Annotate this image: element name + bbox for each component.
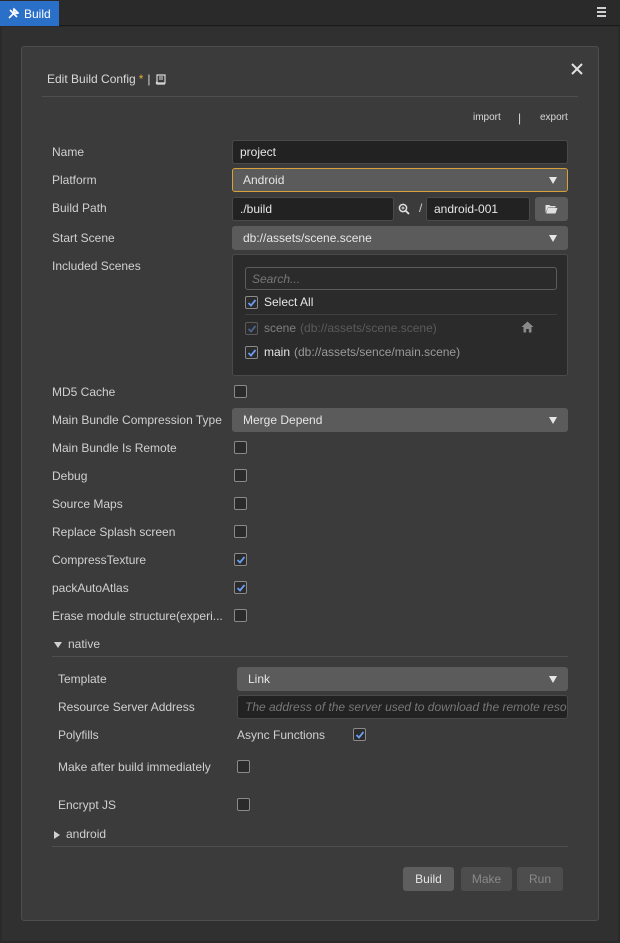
build-path-label: Build Path [52,201,107,215]
encrypt-js-label: Encrypt JS [58,798,117,812]
async-functions-checkbox[interactable] [353,728,366,741]
import-export-separator: | [518,111,522,125]
scene-path: (db://assets/scene.scene) [300,321,437,335]
chevron-down-icon [549,235,557,242]
platform-value: Android [243,173,285,187]
select-all-checkbox[interactable] [245,295,258,309]
make-after-build-checkbox[interactable] [237,760,250,773]
source-maps-label: Source Maps [52,497,123,511]
pack-auto-atlas-label: packAutoAtlas [52,581,129,595]
caret-right-icon [54,830,60,839]
select-all-label: Select All [264,295,314,309]
modified-marker: * [138,72,144,86]
android-divider [52,846,568,847]
scene-checkbox [245,321,258,335]
select-all-row[interactable]: Select All [245,295,313,309]
scene-name: scene [264,321,297,335]
build-path-input[interactable]: ./build [232,197,394,221]
compression-type-label: Main Bundle Compression Type [52,413,222,427]
platform-select[interactable]: Android [232,168,568,192]
native-divider [52,656,568,657]
scene-path: (db://assets/sence/main.scene) [294,345,461,359]
zoom-icon [398,203,410,215]
list-item[interactable]: main (db://assets/sence/main.scene) [245,345,460,359]
header-divider [42,96,578,97]
make-after-build-label: Make after build immediately [58,760,211,774]
main-scene-checkbox[interactable] [245,345,258,359]
scene-search-input[interactable]: Search... [245,267,557,290]
build-folder-input[interactable]: android-001 [426,197,530,221]
check-icon [355,731,365,739]
template-label: Template [58,672,107,686]
encrypt-js-checkbox[interactable] [237,798,250,811]
debug-label: Debug [52,469,88,483]
panel-titlebar: Build [0,0,620,26]
debug-checkbox[interactable] [234,469,247,482]
scene-list-divider [245,314,557,315]
start-scene-value: db://assets/scene.scene [243,231,372,245]
source-maps-checkbox[interactable] [234,497,247,510]
resource-server-input[interactable]: The address of the server used to downlo… [237,695,568,719]
name-label: Name [52,145,85,159]
close-icon[interactable] [570,62,584,76]
resource-server-label: Resource Server Address [58,700,195,714]
list-item: scene (db://assets/scene.scene) [245,321,437,335]
import-link[interactable]: import [473,112,501,123]
bundle-remote-checkbox[interactable] [234,441,247,454]
folder-open-icon [545,205,558,214]
native-section-toggle[interactable]: native [54,637,100,651]
edit-build-config-dialog: Edit Build Config * | import | export Na… [21,46,599,921]
title-separator: | [147,72,151,86]
included-scenes-label: Included Scenes [52,259,141,273]
included-scenes-panel: Search... Select All scene (db://assets/… [232,254,568,376]
build-button[interactable]: Build [403,867,454,891]
pack-auto-atlas-checkbox[interactable] [234,581,247,594]
dialog-header: Edit Build Config * | [47,72,167,86]
start-scene-label: Start Scene [52,231,115,245]
open-folder-button[interactable] [535,197,568,221]
dialog-title: Edit Build Config [47,72,136,86]
check-icon [236,584,246,592]
check-icon [236,556,246,564]
md5-cache-label: MD5 Cache [52,385,116,399]
platform-label: Platform [52,173,97,187]
compression-type-select[interactable]: Merge Depend [232,408,568,432]
build-tab-label: Build [24,6,51,21]
chevron-down-icon [549,676,557,683]
chevron-down-icon [549,177,557,184]
make-button[interactable]: Make [461,867,512,891]
build-tab[interactable]: Build [0,1,59,26]
bundle-remote-label: Main Bundle Is Remote [52,441,177,455]
name-input[interactable]: project [232,140,568,164]
compress-texture-label: CompressTexture [52,553,147,567]
chevron-down-icon [549,417,557,424]
async-functions-label: Async Functions [237,728,326,742]
caret-down-icon [54,641,62,648]
hamburger-menu-icon[interactable] [597,7,606,17]
start-scene-select[interactable]: db://assets/scene.scene [232,226,568,250]
template-value: Link [248,672,271,686]
md5-cache-checkbox[interactable] [234,385,247,398]
erase-module-checkbox[interactable] [234,609,247,622]
book-icon[interactable] [155,73,167,85]
compress-texture-checkbox[interactable] [234,553,247,566]
home-icon [521,321,534,333]
search-path-button[interactable] [394,197,414,221]
erase-module-label: Erase module structure(experi... [52,609,223,623]
export-link[interactable]: export [540,112,568,123]
tools-icon [8,7,20,19]
path-separator: / [419,201,423,215]
native-section-label: native [68,637,101,651]
replace-splash-checkbox[interactable] [234,525,247,538]
android-section-toggle[interactable]: android [54,827,106,841]
run-button[interactable]: Run [517,867,563,891]
replace-splash-label: Replace Splash screen [52,525,176,539]
compression-type-value: Merge Depend [243,413,323,427]
scene-name: main [264,345,291,359]
template-select[interactable]: Link [237,667,568,691]
polyfills-label: Polyfills [58,728,99,742]
android-section-label: android [66,827,107,841]
